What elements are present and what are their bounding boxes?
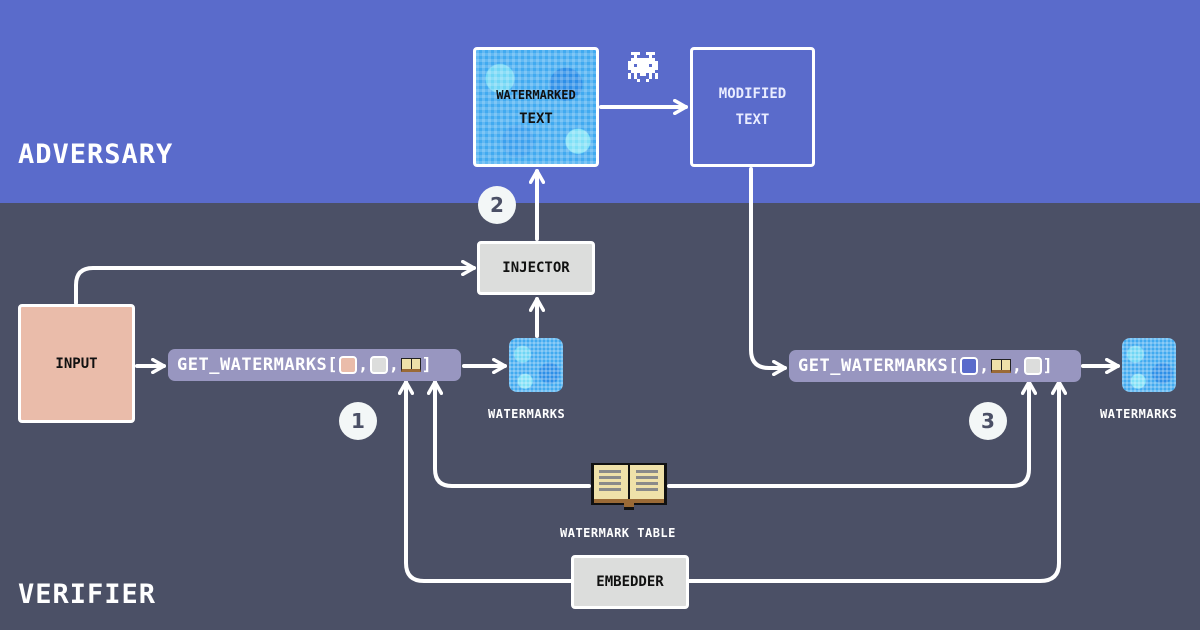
watermarks-caption: WATERMARKS	[488, 407, 566, 421]
edge-table-func1	[435, 380, 591, 488]
input-node: INPUT	[18, 304, 135, 423]
function-close: ]	[421, 355, 433, 375]
space-invader-icon	[628, 52, 658, 82]
step-2-badge: 2	[478, 186, 516, 224]
comma: ,	[358, 355, 369, 375]
watermarked-text-line2: TEXT	[519, 111, 553, 127]
book-icon	[400, 358, 421, 372]
function-close: ]	[1042, 356, 1054, 376]
input-square-icon	[339, 356, 358, 374]
modified-text-node: MODIFIED TEXT	[690, 47, 815, 167]
watermarks-tile-icon	[509, 338, 563, 392]
watermark-table-caption: WATERMARK TABLE	[560, 526, 676, 540]
comma: ,	[979, 356, 990, 376]
embedder-square-icon	[369, 356, 388, 374]
comma: ,	[388, 355, 400, 375]
modified-text-line1: MODIFIED	[718, 86, 787, 102]
step-3-badge: 3	[969, 402, 1007, 440]
get-watermarks-function-2: GET_WATERMARKS[ , , ]	[789, 350, 1081, 382]
embedder-node: EMBEDDER	[571, 555, 689, 609]
embedder-square-icon	[1023, 357, 1042, 375]
comma: ,	[1011, 356, 1023, 376]
injector-node: INJECTOR	[477, 241, 595, 295]
step-1-badge: 1	[339, 402, 377, 440]
function-name: GET_WATERMARKS[	[798, 356, 960, 376]
get-watermarks-function-1: GET_WATERMARKS[ , , ]	[168, 349, 461, 381]
modified-text-line2: TEXT	[735, 112, 770, 128]
edge-modified-func2	[749, 167, 787, 368]
watermarks-tile-icon	[1122, 338, 1176, 392]
book-icon	[990, 359, 1011, 373]
modified-text-square-icon	[960, 357, 979, 375]
watermarks-caption: WATERMARKS	[1100, 407, 1178, 421]
edge-input-injector	[74, 268, 476, 305]
watermarked-text-line1: WATERMARKED	[496, 88, 576, 102]
function-name: GET_WATERMARKS[	[177, 355, 339, 375]
watermarked-text-node: WATERMARKED TEXT	[473, 47, 599, 167]
open-book-icon	[591, 463, 667, 510]
